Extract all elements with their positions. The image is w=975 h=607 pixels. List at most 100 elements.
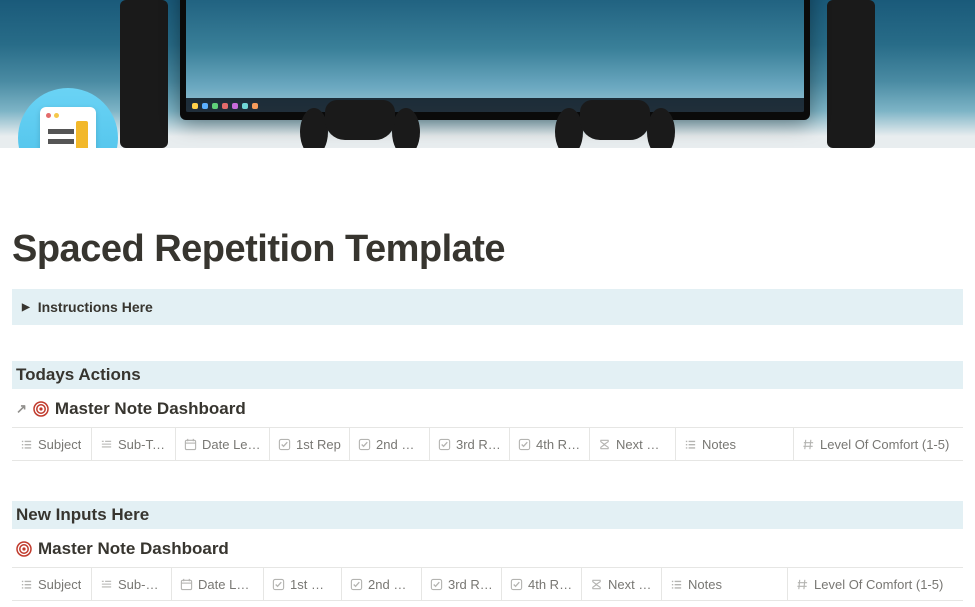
- table-column[interactable]: 2nd Rep: [342, 568, 422, 600]
- text-icon: [100, 438, 113, 451]
- table-column[interactable]: Notes: [662, 568, 788, 600]
- column-label: Next Rep: [608, 577, 653, 592]
- date-icon: [180, 578, 193, 591]
- date-icon: [184, 438, 197, 451]
- column-header[interactable]: Level Of Comfort (1-5): [788, 568, 963, 600]
- decor-speaker: [120, 0, 168, 148]
- column-label: Date Learned: [202, 437, 261, 452]
- column-label: 2nd Rep: [368, 577, 413, 592]
- decor-speaker: [827, 0, 875, 148]
- column-header[interactable]: Next Rep: [582, 568, 661, 600]
- hash-icon: [802, 438, 815, 451]
- column-label: Date Learn…: [198, 577, 255, 592]
- column-header[interactable]: 4th Rep: [502, 568, 581, 600]
- check-icon: [518, 438, 531, 451]
- toggle-triangle-icon: ▶: [22, 302, 30, 313]
- sigma-icon: [590, 578, 603, 591]
- linked-arrow-icon: ↗: [16, 401, 27, 417]
- list-icon: [20, 438, 33, 451]
- column-label: 1st Rep: [290, 577, 333, 592]
- column-header[interactable]: Date Learn…: [172, 568, 263, 600]
- db-title: Master Note Dashboard: [55, 399, 246, 419]
- decor-controller: [300, 100, 420, 148]
- table-column[interactable]: 1st Rep: [270, 428, 350, 460]
- column-label: Subject: [38, 577, 81, 592]
- check-icon: [430, 578, 443, 591]
- check-icon: [438, 438, 451, 451]
- column-header[interactable]: Date Learned: [176, 428, 269, 460]
- instructions-toggle[interactable]: ▶ Instructions Here: [12, 289, 963, 325]
- section-heading-inputs[interactable]: New Inputs Here: [12, 501, 963, 529]
- column-label: Sub-Topic: [118, 437, 167, 452]
- column-label: Level Of Comfort (1-5): [814, 577, 943, 592]
- table-column[interactable]: 3rd Rep: [422, 568, 502, 600]
- list-icon: [670, 578, 683, 591]
- check-icon: [278, 438, 291, 451]
- table-column[interactable]: Date Learn…: [172, 568, 264, 600]
- column-label: Next Rep: [616, 437, 667, 452]
- database-inputs[interactable]: Master Note Dashboard: [12, 535, 963, 567]
- table-column[interactable]: 4th Rep: [502, 568, 582, 600]
- column-label: 1st Rep: [296, 437, 341, 452]
- table-column[interactable]: Level Of Comfort (1-5): [794, 428, 963, 460]
- text-icon: [100, 578, 113, 591]
- table-column[interactable]: Next Rep: [590, 428, 676, 460]
- column-header[interactable]: Level Of Comfort (1-5): [794, 428, 963, 460]
- table-column[interactable]: Subject: [12, 568, 92, 600]
- linked-database-todays[interactable]: ↗ Master Note Dashboard: [12, 395, 963, 427]
- table-column[interactable]: Level Of Comfort (1-5): [788, 568, 963, 600]
- column-header[interactable]: Sub-To…: [92, 568, 171, 600]
- check-icon: [510, 578, 523, 591]
- sigma-icon: [598, 438, 611, 451]
- column-label: Notes: [688, 577, 722, 592]
- check-icon: [350, 578, 363, 591]
- table-column[interactable]: 2nd Rep: [350, 428, 430, 460]
- list-icon: [20, 578, 33, 591]
- check-icon: [272, 578, 285, 591]
- table-column[interactable]: Next Rep: [582, 568, 662, 600]
- table-column[interactable]: Sub-Topic: [92, 428, 176, 460]
- column-label: Sub-To…: [118, 577, 163, 592]
- table-column[interactable]: 3rd Rep: [430, 428, 510, 460]
- db-title: Master Note Dashboard: [38, 539, 229, 559]
- table-inputs[interactable]: Subject Sub-To… Date Learn… 1st Rep 2nd Rep 3…: [12, 567, 963, 601]
- cover-image: [0, 0, 975, 148]
- table-column[interactable]: Notes: [676, 428, 794, 460]
- column-header[interactable]: Subject: [12, 568, 91, 600]
- column-label: 2nd Rep: [376, 437, 421, 452]
- column-label: 4th Rep: [536, 437, 581, 452]
- list-icon: [684, 438, 697, 451]
- table-column[interactable]: 1st Rep: [264, 568, 342, 600]
- table-column[interactable]: Sub-To…: [92, 568, 172, 600]
- column-header[interactable]: Subject: [12, 428, 91, 460]
- column-header[interactable]: 1st Rep: [270, 428, 349, 460]
- column-header[interactable]: Notes: [662, 568, 787, 600]
- section-heading-todays[interactable]: Todays Actions: [12, 361, 963, 389]
- column-label: 3rd Rep: [448, 577, 493, 592]
- table-column[interactable]: 4th Rep: [510, 428, 590, 460]
- table-todays[interactable]: Subject Sub-Topic Date Learned 1st Rep 2nd R…: [12, 427, 963, 461]
- column-header[interactable]: 3rd Rep: [430, 428, 509, 460]
- hash-icon: [796, 578, 809, 591]
- column-header[interactable]: 4th Rep: [510, 428, 589, 460]
- instructions-label: Instructions Here: [38, 299, 153, 315]
- page-title[interactable]: Spaced Repetition Template: [12, 228, 963, 271]
- table-column[interactable]: Date Learned: [176, 428, 270, 460]
- page-icon[interactable]: [18, 88, 118, 148]
- table-column[interactable]: Subject: [12, 428, 92, 460]
- column-header[interactable]: 1st Rep: [264, 568, 341, 600]
- check-icon: [358, 438, 371, 451]
- column-header[interactable]: Notes: [676, 428, 793, 460]
- column-header[interactable]: 3rd Rep: [422, 568, 501, 600]
- target-icon: [16, 541, 32, 557]
- column-header[interactable]: 2nd Rep: [350, 428, 429, 460]
- column-header[interactable]: 2nd Rep: [342, 568, 421, 600]
- column-label: 4th Rep: [528, 577, 573, 592]
- column-label: Subject: [38, 437, 81, 452]
- decor-monitor: [180, 0, 810, 120]
- column-label: Level Of Comfort (1-5): [820, 437, 949, 452]
- target-icon: [33, 401, 49, 417]
- column-label: Notes: [702, 437, 736, 452]
- column-header[interactable]: Sub-Topic: [92, 428, 175, 460]
- column-header[interactable]: Next Rep: [590, 428, 675, 460]
